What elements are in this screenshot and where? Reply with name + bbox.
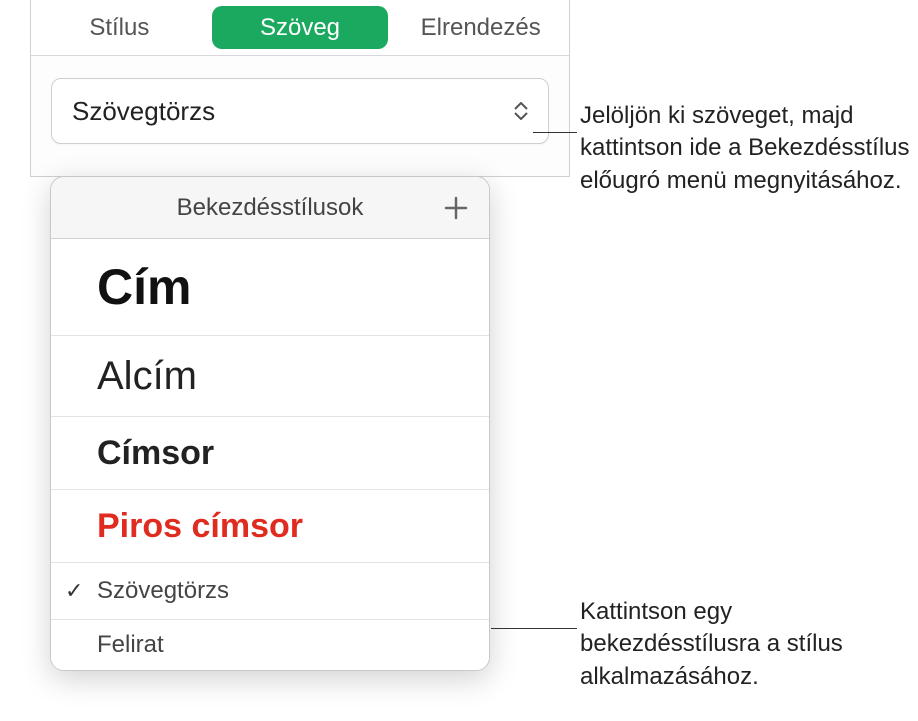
paragraph-style-row: Szövegtörzs [31,56,569,176]
add-style-button[interactable] [439,191,473,225]
style-item-caption[interactable]: Felirat [51,620,489,670]
chevron-updown-icon [514,102,528,120]
paragraph-styles-popover: Bekezdésstílusok Cím Alcím Címsor Piros … [50,176,490,671]
style-item-label: Piros címsor [97,490,303,562]
checkmark-icon: ✓ [65,578,83,604]
style-item-subtitle[interactable]: Alcím [51,336,489,417]
paragraph-style-current: Szövegtörzs [72,96,215,127]
style-item-body[interactable]: ✓ Szövegtörzs [51,563,489,620]
paragraph-style-selector[interactable]: Szövegtörzs [51,78,549,144]
popover-title: Bekezdésstílusok [177,194,364,222]
style-item-title[interactable]: Cím [51,239,489,336]
style-item-label: Címsor [97,417,214,489]
callout-apply-style: Kattintson egy bekezdésstílusra a stílus… [580,596,910,693]
tab-style[interactable]: Stílus [31,0,208,55]
callout-leader-line [533,132,577,133]
callout-leader-line [491,628,577,629]
plus-icon [443,195,469,221]
tab-text[interactable]: Szöveg [212,6,389,49]
popover-title-row: Bekezdésstílusok [51,177,489,239]
style-item-red-heading[interactable]: Piros címsor [51,490,489,563]
callout-open-menu: Jelöljön ki szöveget, majd kattintson id… [580,100,910,197]
style-item-label: Alcím [97,336,197,416]
style-item-label: Cím [97,239,191,335]
format-panel: Stílus Szöveg Elrendezés Szövegtörzs [30,0,570,177]
style-item-label: Felirat [97,620,164,670]
format-tabs: Stílus Szöveg Elrendezés [31,0,569,56]
style-item-heading[interactable]: Címsor [51,417,489,490]
paragraph-style-list: Cím Alcím Címsor Piros címsor ✓ Szövegtö… [51,239,489,670]
style-item-label: Szövegtörzs [97,563,229,619]
tab-layout[interactable]: Elrendezés [392,0,569,55]
